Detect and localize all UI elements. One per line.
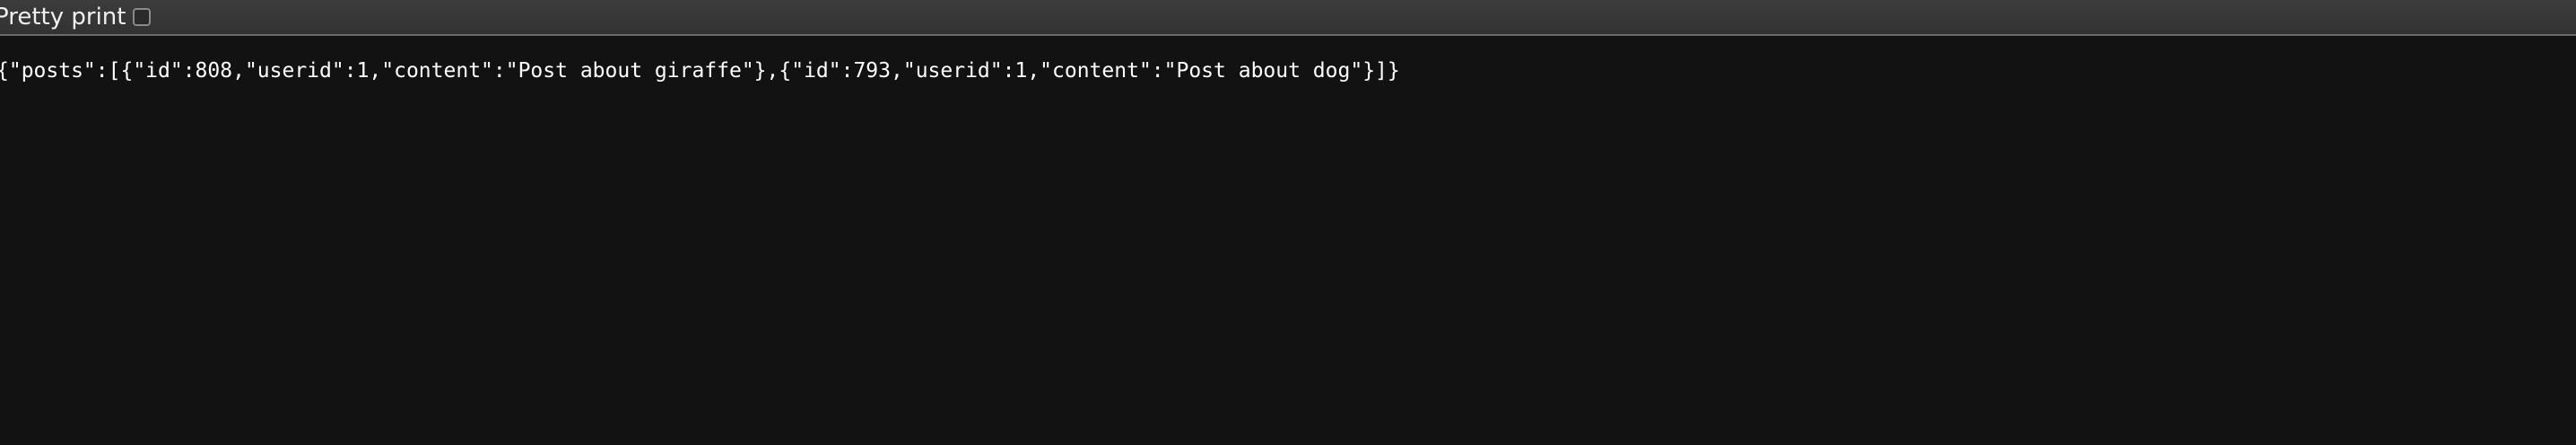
json-response-body: {"posts":[{"id":808,"userid":1,"content"… <box>0 59 1400 83</box>
pretty-print-toggle[interactable]: Pretty print <box>0 4 152 31</box>
json-viewer-toolbar: Pretty print <box>0 0 2576 36</box>
pretty-print-checkbox[interactable] <box>133 8 152 26</box>
pretty-print-label: Pretty print <box>0 4 126 31</box>
